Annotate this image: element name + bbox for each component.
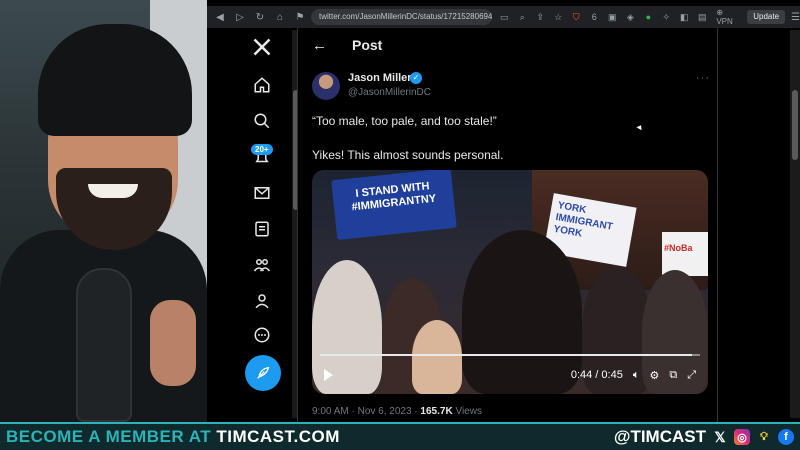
compose-post-button[interactable]: [245, 355, 281, 391]
toolbar-extensions: ▭ ⌕ ⇪ ☆ ⛉ 6 ▣ ◈ ● ✧ ◧ ▤: [498, 12, 708, 23]
views-label: Views: [455, 406, 482, 417]
x-social-icon: 𝕏: [714, 428, 726, 445]
screen-icon[interactable]: ▭: [498, 12, 510, 23]
notifications-badge: 20+: [251, 144, 273, 155]
pip-icon[interactable]: ⧉: [669, 369, 677, 382]
banner-brand: TIMCAST.COM: [216, 427, 340, 446]
post-date[interactable]: Nov 6, 2023: [358, 406, 412, 417]
right-scrollbar[interactable]: [790, 30, 800, 418]
protest-sign-immigrant-ny: I STAND WITH #IMMIGRANTNY: [331, 170, 457, 241]
extension-icon[interactable]: ▣: [606, 12, 618, 23]
extension2-icon[interactable]: ◈: [624, 12, 636, 23]
post-main-column: ← Post Jason Miller ✓ @JasonMillerinDC ·…: [297, 28, 718, 422]
sign-line: #NoBa: [664, 243, 693, 253]
more-nav-icon[interactable]: [247, 320, 277, 350]
browser-nav-buttons: ◀ ▷ ↻ ⌂ ⚑: [207, 12, 307, 23]
update-button[interactable]: Update: [747, 10, 786, 24]
extension-green-icon[interactable]: ●: [642, 12, 654, 23]
brave-shield-icon[interactable]: ⛉: [570, 12, 582, 23]
bookmark-star-icon[interactable]: ☆: [552, 12, 564, 23]
page-title: Post: [352, 37, 383, 53]
webcam-person-smile: [88, 184, 138, 198]
home-nav-icon[interactable]: [247, 70, 277, 100]
zoom-icon[interactable]: ⌕: [516, 12, 528, 23]
address-bar[interactable]: twitter.com/JasonMillerinDC/status/17215…: [311, 9, 493, 25]
share-icon[interactable]: ⇪: [534, 12, 546, 23]
tweet-text-line-1: “Too male, too pale, and too stale!”: [312, 114, 497, 128]
reload-icon[interactable]: ↻: [253, 12, 267, 23]
vpn-label: VPN: [716, 17, 733, 26]
communities-nav-icon[interactable]: [247, 250, 277, 280]
menu-icon[interactable]: ☰: [791, 12, 800, 23]
back-icon[interactable]: ◀: [213, 12, 227, 23]
shield-count: 6: [591, 11, 597, 22]
fullscreen-icon[interactable]: ⤢: [687, 369, 696, 382]
instagram-icon: ◎: [734, 429, 750, 445]
microphone: [76, 268, 132, 422]
messages-nav-icon[interactable]: [247, 178, 277, 208]
video-time: 0:44 / 0:45: [570, 369, 623, 381]
video-controls: 0:44 / 0:45 🔈︎ ⚙ ⧉ ⤢: [312, 364, 708, 386]
feather-icon: [257, 366, 270, 379]
author-name[interactable]: Jason Miller: [348, 72, 412, 84]
x-logo-icon[interactable]: [247, 32, 277, 62]
membership-banner: BECOME A MEMBER AT TIMCAST.COM: [6, 427, 340, 447]
view-count: 165.7K: [420, 406, 453, 417]
browser-toolbar: ◀ ▷ ↻ ⌂ ⚑ twitter.com/JasonMillerinDC/st…: [207, 6, 800, 28]
browser-window: ◀ ▷ ↻ ⌂ ⚑ twitter.com/JasonMillerinDC/st…: [207, 0, 800, 422]
webcam-person-hand: [150, 300, 196, 386]
video-progress-fill: [320, 354, 692, 356]
back-arrow-icon[interactable]: ←: [312, 37, 332, 54]
video-progress-bar[interactable]: [320, 354, 700, 356]
video-control-icons: 🔈︎ ⚙ ⧉ ⤢: [633, 369, 696, 382]
lists-nav-icon[interactable]: [247, 214, 277, 244]
bookmark-icon[interactable]: ⚑: [293, 12, 307, 23]
author-handle[interactable]: @JasonMillerinDC: [348, 87, 431, 98]
screen: ◀ ▷ ↻ ⌂ ⚑ twitter.com/JasonMillerinDC/st…: [0, 0, 800, 450]
post-metadata: 9:00 AM · Nov 6, 2023 · 165.7K Views: [312, 406, 482, 417]
vpn-button[interactable]: ⊕ VPN: [716, 8, 739, 26]
mouse-cursor-icon: [636, 123, 644, 131]
wallet-icon[interactable]: ▤: [696, 12, 708, 23]
facebook-icon: f: [778, 429, 794, 445]
right-scroll-thumb[interactable]: [792, 90, 798, 160]
social-handles: @TIMCAST 𝕏 ◎ 💡︎ f: [614, 427, 794, 447]
forward-icon[interactable]: ▷: [233, 12, 247, 23]
video-player[interactable]: I STAND WITH #IMMIGRANTNY YORK IMMIGRANT…: [312, 170, 708, 394]
post-header: ← Post: [298, 28, 717, 62]
author-avatar[interactable]: [312, 72, 340, 100]
post-time[interactable]: 9:00 AM: [312, 406, 349, 417]
play-icon[interactable]: [324, 369, 333, 381]
social-handle: @TIMCAST: [613, 427, 706, 446]
puzzle-icon[interactable]: ✧: [660, 12, 672, 23]
profile-nav-icon[interactable]: [247, 286, 277, 316]
home-icon[interactable]: ⌂: [273, 12, 287, 23]
protest-sign-noban: #NoBa: [662, 232, 708, 276]
verified-badge-icon: ✓: [410, 72, 422, 84]
more-options-icon[interactable]: ···: [696, 72, 710, 84]
tweet-text-line-2: Yikes! This almost sounds personal.: [312, 148, 504, 162]
stream-bottom-bar: BECOME A MEMBER AT TIMCAST.COM @TIMCAST …: [0, 422, 800, 450]
x-sidebar: 20+: [225, 30, 305, 422]
settings-icon[interactable]: ⚙: [649, 369, 659, 382]
lightbulb-icon: 💡︎: [760, 430, 768, 443]
webcam-feed: [0, 0, 207, 422]
sidebar-icon[interactable]: ◧: [678, 12, 690, 23]
volume-icon[interactable]: 🔈︎: [633, 369, 640, 382]
banner-prefix: BECOME A MEMBER AT: [6, 427, 217, 446]
search-nav-icon[interactable]: [247, 106, 277, 136]
